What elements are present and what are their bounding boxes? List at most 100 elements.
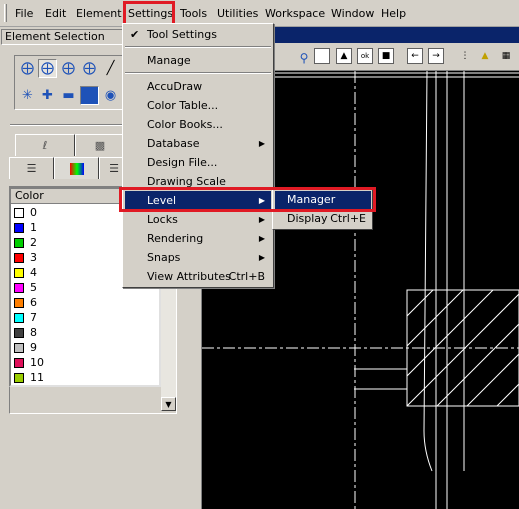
pan-view-icon[interactable]: ■: [378, 48, 394, 64]
color-index-label: 6: [30, 296, 37, 309]
display-label: Display: [287, 212, 328, 225]
menu-utilities[interactable]: Utilities: [217, 6, 258, 21]
color-row[interactable]: 6: [14, 295, 37, 310]
color-row[interactable]: 11: [14, 370, 44, 385]
menu-edit[interactable]: Edit: [45, 6, 66, 21]
color-swatch: [14, 222, 24, 233]
menu-help[interactable]: Help: [381, 6, 406, 21]
color-swatch: [14, 342, 24, 353]
view-attributes-label: View Attributes: [147, 270, 231, 283]
color-row[interactable]: 1: [14, 220, 37, 235]
invert-selection-icon[interactable]: [80, 86, 99, 105]
locks-label: Locks: [147, 213, 178, 226]
view-attributes-shortcut: Ctrl+B: [228, 270, 265, 283]
select-block-icon[interactable]: ⨁: [38, 59, 57, 78]
previous-view-icon[interactable]: ←: [407, 48, 423, 64]
color-row[interactable]: 10: [14, 355, 44, 370]
color-index-label: 3: [30, 251, 37, 264]
menu-tools[interactable]: Tools: [180, 6, 207, 21]
color-books-label: Color Books...: [147, 118, 223, 131]
tab-colors[interactable]: [54, 157, 99, 179]
color-swatch: [14, 237, 24, 248]
menu-item-color-books[interactable]: Color Books...: [125, 115, 271, 134]
design-file-label: Design File...: [147, 156, 218, 169]
menu-window[interactable]: Window: [331, 6, 374, 21]
color-index-label: 0: [30, 206, 37, 219]
menu-item-manage[interactable]: Manage: [125, 51, 271, 70]
menu-file[interactable]: File: [15, 6, 33, 21]
select-fence-icon[interactable]: ╱: [101, 59, 120, 78]
color-swatch: [14, 252, 24, 263]
color-row[interactable]: 8: [14, 325, 37, 340]
menu-element[interactable]: Element: [76, 6, 122, 21]
fit-view-icon[interactable]: ▲: [336, 48, 352, 64]
submenu-arrow-icon: ▶: [258, 234, 265, 243]
color-index-label: 7: [30, 311, 37, 324]
camera-icon[interactable]: ▦: [498, 48, 514, 64]
color-row[interactable]: 2: [14, 235, 37, 250]
menu-item-database[interactable]: Database ▶: [125, 134, 271, 153]
scroll-down-button[interactable]: ▼: [161, 397, 176, 411]
levels-tab-icon: ☰: [26, 162, 37, 175]
menubar-grip: [4, 4, 7, 22]
rotate-view-icon[interactable]: ok: [357, 48, 373, 64]
color-row[interactable]: 7: [14, 310, 37, 325]
snaps-label: Snaps: [147, 251, 181, 264]
menu-item-accudraw[interactable]: AccuDraw: [125, 77, 271, 96]
color-swatch: [14, 282, 24, 293]
add-selection-icon[interactable]: ✚: [38, 86, 57, 105]
subtract-selection-icon[interactable]: ▬: [59, 86, 78, 105]
color-row[interactable]: 3: [14, 250, 37, 265]
color-row[interactable]: 4: [14, 265, 37, 280]
submenu-item-manager[interactable]: Manager: [275, 191, 371, 209]
menu-item-view-attributes[interactable]: View Attributes Ctrl+B: [125, 267, 271, 286]
color-row[interactable]: 0: [14, 205, 37, 220]
color-row[interactable]: 5: [14, 280, 37, 295]
menu-item-snaps[interactable]: Snaps ▶: [125, 248, 271, 267]
color-index-label: 1: [30, 221, 37, 234]
submenu-arrow-icon: ▶: [258, 139, 265, 148]
color-index-label: 2: [30, 236, 37, 249]
database-label: Database: [147, 137, 200, 150]
menu-item-locks[interactable]: Locks ▶: [125, 210, 271, 229]
submenu-arrow-icon: ▶: [258, 196, 265, 205]
color-swatch: [14, 207, 24, 218]
menu-workspace[interactable]: Workspace: [265, 6, 325, 21]
color-row[interactable]: 9: [14, 340, 37, 355]
menu-item-color-table[interactable]: Color Table...: [125, 96, 271, 115]
colors-tab-icon: [69, 162, 84, 175]
color-swatch: [14, 297, 24, 308]
color-swatch: [14, 357, 24, 368]
color-index-label: 8: [30, 326, 37, 339]
menu-separator: [125, 72, 271, 74]
render-icon[interactable]: ▲: [477, 48, 493, 64]
rendering-label: Rendering: [147, 232, 204, 245]
select-shape-icon[interactable]: ⨁: [59, 59, 78, 78]
menu-item-level[interactable]: Level ▶: [125, 191, 271, 210]
tab-levels[interactable]: ☰: [9, 157, 54, 179]
window-area-icon[interactable]: [314, 48, 330, 64]
menu-item-design-file[interactable]: Design File...: [125, 153, 271, 172]
color-index-label: 4: [30, 266, 37, 279]
tab-symbology[interactable]: ▩: [75, 134, 125, 156]
clear-selection-icon[interactable]: ◉: [101, 86, 120, 105]
settings-dropdown: ✔ Tool Settings Manage AccuDraw Color Tab…: [122, 23, 274, 288]
view-attributes-icon[interactable]: ⋮: [457, 48, 473, 64]
tab-attributes[interactable]: ℓ: [15, 134, 75, 156]
menu-item-rendering[interactable]: Rendering ▶: [125, 229, 271, 248]
chevron-down-icon: ▼: [165, 399, 172, 409]
select-line-icon[interactable]: ⨁: [80, 59, 99, 78]
zoom-out-icon[interactable]: ⚲: [296, 50, 312, 66]
submenu-item-display[interactable]: Display Ctrl+E: [275, 210, 371, 228]
color-table-label: Color Table...: [147, 99, 219, 112]
tool-settings-label: Tool Settings: [147, 28, 217, 41]
select-crosshair-icon[interactable]: ⨁: [18, 59, 37, 78]
new-selection-icon[interactable]: ✳: [18, 86, 37, 105]
menu-item-tool-settings[interactable]: ✔ Tool Settings: [125, 25, 271, 44]
menu-item-drawing-scale[interactable]: Drawing Scale: [125, 172, 271, 191]
submenu-arrow-icon: ▶: [258, 253, 265, 262]
check-icon: ✔: [130, 28, 140, 41]
manage-label: Manage: [147, 54, 191, 67]
color-index-label: 11: [30, 371, 44, 384]
next-view-icon[interactable]: →: [428, 48, 444, 64]
